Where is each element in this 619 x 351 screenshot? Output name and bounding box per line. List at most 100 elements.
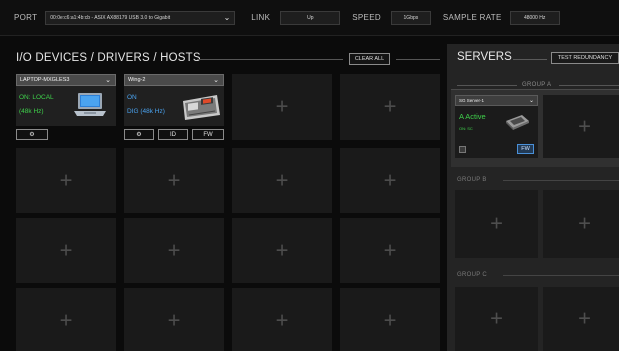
empty-server-slot[interactable]: + xyxy=(455,190,538,258)
server-name-select[interactable]: SG Server-1 ⌄ xyxy=(455,95,538,106)
speed-label: SPEED xyxy=(352,13,381,22)
group-a-label: GROUP A xyxy=(522,82,552,88)
device-name-select[interactable]: LAPTOP-MXGLES3 ⌄ xyxy=(16,74,116,86)
empty-server-slot[interactable]: + xyxy=(543,95,619,158)
empty-device-slot[interactable]: + xyxy=(232,288,332,351)
link-label: LINK xyxy=(251,13,271,22)
add-icon: + xyxy=(490,305,503,331)
gear-icon: ⚙ xyxy=(136,132,142,138)
device-card-laptop[interactable]: LAPTOP-MXGLES3 ⌄ ON: LOCAL (48k Hz) ⚙ xyxy=(16,74,116,144)
empty-device-slot[interactable]: + xyxy=(16,218,116,283)
add-icon: + xyxy=(275,167,289,193)
add-icon: + xyxy=(578,210,591,236)
empty-server-slot[interactable]: + xyxy=(543,190,619,258)
sample-rate-value: 48000 Hz xyxy=(523,14,546,21)
empty-device-slot[interactable]: + xyxy=(232,218,332,283)
add-icon: + xyxy=(490,210,503,236)
chevron-down-icon: ⌄ xyxy=(528,98,534,104)
group-c-label: GROUP C xyxy=(457,272,487,278)
clear-all-label: CLEAR ALL xyxy=(354,56,385,62)
empty-device-slot[interactable]: + xyxy=(124,288,224,351)
sample-rate-value-box: 48000 Hz xyxy=(509,10,560,25)
io-header-divider-right xyxy=(396,59,440,60)
add-icon: + xyxy=(383,307,397,333)
test-redundancy-button[interactable]: TEST REDUNDANCY xyxy=(551,52,619,64)
add-icon: + xyxy=(383,167,397,193)
server-fw-button[interactable]: FW xyxy=(517,144,534,154)
servers-panel: SERVERS TEST REDUNDANCY GROUP A SG Serve… xyxy=(447,44,619,351)
empty-device-slot[interactable]: + xyxy=(340,218,440,283)
add-icon: + xyxy=(167,167,181,193)
add-icon: + xyxy=(167,307,181,333)
device-status: ON xyxy=(127,94,137,101)
device-sample-rate: (48k Hz) xyxy=(19,108,44,115)
io-device-grid: LAPTOP-MXGLES3 ⌄ ON: LOCAL (48k Hz) ⚙ Wi… xyxy=(16,70,441,351)
empty-device-slot[interactable]: + xyxy=(232,148,332,213)
device-name-select[interactable]: Wing-2 ⌄ xyxy=(124,74,224,86)
link-value: Up xyxy=(307,14,314,21)
empty-device-slot[interactable]: + xyxy=(124,148,224,213)
group-a-divider-left xyxy=(457,85,517,86)
add-icon: + xyxy=(383,93,397,119)
empty-device-slot[interactable]: + xyxy=(340,288,440,351)
chevron-down-icon: ⌄ xyxy=(223,13,231,22)
link-value-box: Up xyxy=(280,10,341,25)
id-label: ID xyxy=(170,131,176,138)
empty-device-slot[interactable]: + xyxy=(124,218,224,283)
empty-server-slot[interactable]: + xyxy=(543,287,619,351)
empty-device-slot[interactable]: + xyxy=(232,74,332,140)
add-icon: + xyxy=(578,305,591,331)
server-name: SG Server-1 xyxy=(459,98,485,103)
port-value: 00:0e:c6:a1:4b:cb - ASIX AX88179 USB 3.0… xyxy=(50,14,171,21)
group-c-divider xyxy=(503,275,619,276)
device-id-button[interactable]: ID xyxy=(158,129,188,140)
group-b-label: GROUP B xyxy=(457,177,487,183)
device-body: ON: LOCAL (48k Hz) xyxy=(16,86,116,126)
gear-icon: ⚙ xyxy=(29,132,35,138)
clear-all-button[interactable]: CLEAR ALL xyxy=(349,53,390,65)
laptop-icon xyxy=(74,93,106,116)
device-body: ON DIG (48k Hz) xyxy=(124,86,224,126)
server-toggle[interactable] xyxy=(459,146,466,153)
speed-value-box: 1Gbps xyxy=(390,10,431,25)
add-icon: + xyxy=(275,307,289,333)
add-icon: + xyxy=(275,93,289,119)
empty-device-slot[interactable]: + xyxy=(16,148,116,213)
test-redundancy-label: TEST REDUNDANCY xyxy=(557,55,613,61)
server-status: A Active xyxy=(459,112,486,121)
servers-header-divider xyxy=(513,59,547,60)
sample-rate-label: SAMPLE RATE xyxy=(442,13,502,22)
add-icon: + xyxy=(59,237,73,263)
mixer-console-icon xyxy=(183,95,220,120)
server-sub-status: ON: SC xyxy=(459,126,473,131)
device-fw-button[interactable]: FW xyxy=(192,129,224,140)
device-status: ON: LOCAL xyxy=(19,94,54,101)
chevron-down-icon: ⌄ xyxy=(213,77,219,84)
fw-label: FW xyxy=(521,146,530,152)
add-icon: + xyxy=(59,167,73,193)
status-bar: PORT 00:0e:c6:a1:4b:cb - ASIX AX88179 US… xyxy=(0,0,619,36)
device-settings-button[interactable]: ⚙ xyxy=(124,129,154,140)
port-label: PORT xyxy=(14,13,38,22)
device-settings-button[interactable]: ⚙ xyxy=(16,129,48,140)
device-sample-rate: DIG (48k Hz) xyxy=(127,108,165,115)
add-icon: + xyxy=(383,237,397,263)
server-card[interactable]: SG Server-1 ⌄ A Active ON: SC FW xyxy=(455,95,538,158)
device-name: LAPTOP-MXGLES3 xyxy=(20,77,70,83)
empty-server-slot[interactable]: + xyxy=(455,287,538,351)
group-b-divider xyxy=(503,180,619,181)
empty-device-slot[interactable]: + xyxy=(16,288,116,351)
speed-value: 1Gbps xyxy=(403,14,419,21)
port-select[interactable]: 00:0e:c6:a1:4b:cb - ASIX AX88179 USB 3.0… xyxy=(45,10,236,25)
add-icon: + xyxy=(59,307,73,333)
device-name: Wing-2 xyxy=(128,77,146,83)
chevron-down-icon: ⌄ xyxy=(105,77,111,84)
empty-device-slot[interactable]: + xyxy=(340,74,440,140)
add-icon: + xyxy=(167,237,181,263)
server-device-icon xyxy=(506,115,529,130)
device-card-wing[interactable]: Wing-2 ⌄ ON DIG (48k Hz) ⚙ ID FW xyxy=(124,74,224,144)
add-icon: + xyxy=(578,113,591,139)
empty-device-slot[interactable]: + xyxy=(340,148,440,213)
io-section-title: I/O DEVICES / DRIVERS / HOSTS xyxy=(16,52,201,64)
add-icon: + xyxy=(275,237,289,263)
